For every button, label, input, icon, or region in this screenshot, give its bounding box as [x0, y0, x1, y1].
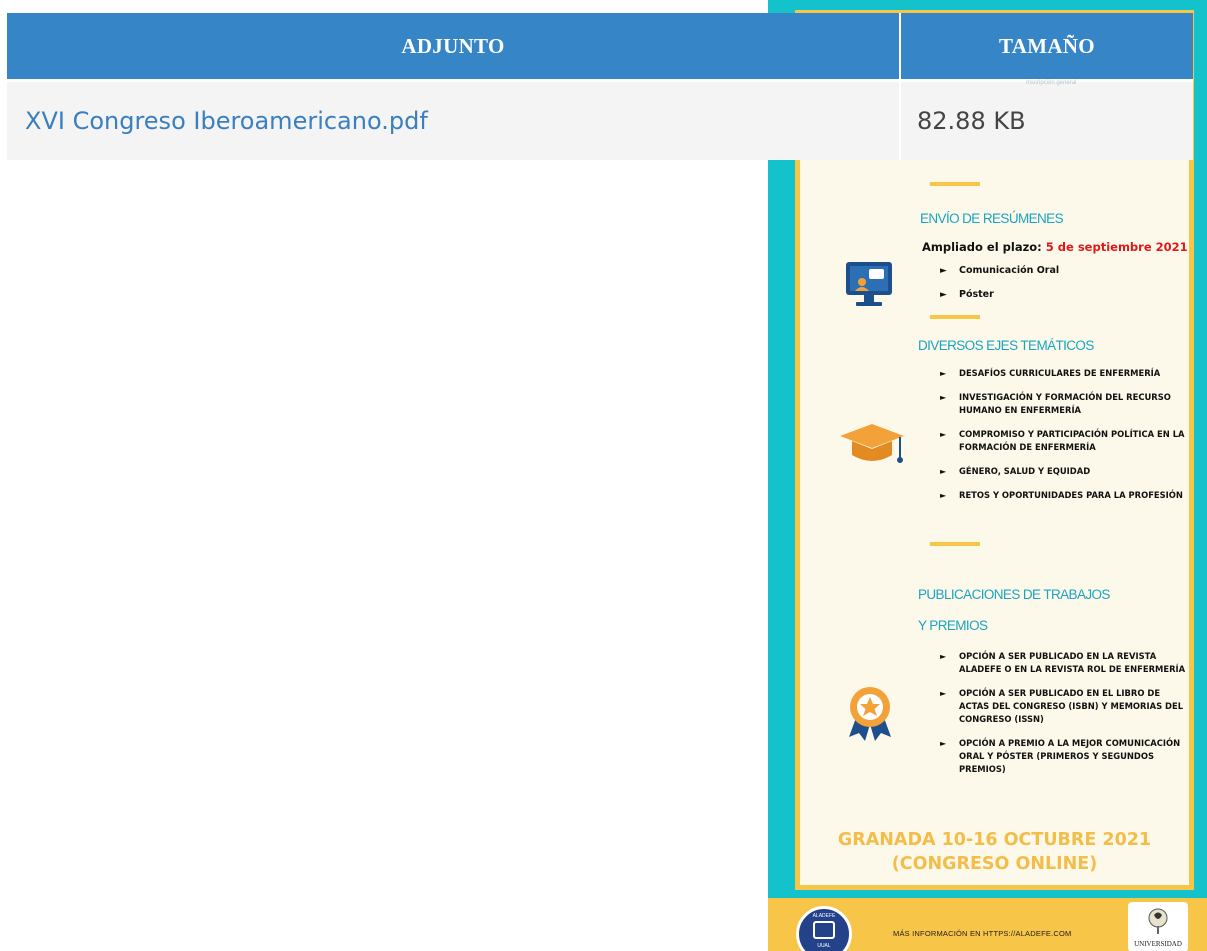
decorative-line	[930, 542, 980, 546]
table-row: XVI Congreso Iberoamericano.pdf 82.88 KB	[7, 82, 1193, 160]
list-item: COMPROMISO Y PARTICIPACIÓN POLÍTICA EN L…	[940, 428, 1190, 454]
section-title-publications-1: PUBLICACIONES DE TRABAJOS	[918, 587, 1110, 602]
poster-header-note: Inscripción general	[1026, 80, 1077, 86]
list-item: Comunicación Oral	[940, 259, 1059, 283]
aladefe-logo-subtext: UUAL	[817, 943, 831, 949]
section-title-themes: DIVERSOS EJES TEMÁTICOS	[918, 338, 1094, 353]
abstract-types-list: Comunicación Oral Póster	[940, 259, 1059, 307]
poster-footer: ALADEFE UUAL MÁS INFORMACIÓN EN HTTPS://…	[768, 898, 1207, 951]
table-header-row: ADJUNTO TAMAÑO	[7, 13, 1193, 82]
university-crest-icon	[1148, 908, 1168, 934]
list-item: RETOS Y OPORTUNIDADES PARA LA PROFESIÓN	[940, 489, 1190, 502]
more-info-text: MÁS INFORMACIÓN EN HTTPS://ALADEFE.COM	[893, 929, 1072, 938]
file-download-link[interactable]: XVI Congreso Iberoamericano.pdf	[25, 107, 428, 135]
attachments-table: ADJUNTO TAMAÑO XVI Congreso Iberoamerica…	[7, 13, 1193, 160]
list-item: OPCIÓN A SER PUBLICADO EN LA REVISTA ALA…	[940, 650, 1190, 676]
event-format-line: (CONGRESO ONLINE)	[891, 854, 1098, 874]
list-item: INVESTIGACIÓN Y FORMACIÓN DEL RECURSO HU…	[940, 391, 1190, 417]
decorative-line	[930, 315, 980, 319]
column-header-size: TAMAÑO	[901, 13, 1193, 82]
aladefe-logo: ALADEFE UUAL	[796, 906, 852, 951]
file-cell: XVI Congreso Iberoamericano.pdf	[7, 82, 901, 160]
list-item: OPCIÓN A PREMIO A LA MEJOR COMUNICACIÓN …	[940, 737, 1190, 776]
themes-list: DESAFÍOS CURRICULARES DE ENFERMERÍA INVE…	[940, 367, 1190, 513]
list-item: Póster	[940, 283, 1059, 307]
list-item: OPCIÓN A SER PUBLICADO EN EL LIBRO DE AC…	[940, 687, 1190, 726]
aladefe-logo-mark	[813, 921, 835, 939]
university-logo: UNIVERSIDAD	[1128, 902, 1188, 951]
event-date-line: GRANADA 10-16 OCTUBRE 2021	[837, 830, 1152, 850]
decorative-line	[930, 182, 980, 186]
deadline-label: Ampliado el plazo:	[922, 240, 1042, 254]
section-title-abstracts: ENVÍO DE RESÚMENES	[920, 211, 1064, 226]
list-item: GÉNERO, SALUD Y EQUIDAD	[940, 465, 1190, 478]
deadline-text: Ampliado el plazo: 5 de septiembre 2021	[922, 240, 1188, 254]
section-title-publications-2: Y PREMIOS	[918, 618, 988, 633]
publications-list: OPCIÓN A SER PUBLICADO EN LA REVISTA ALA…	[940, 650, 1190, 787]
file-size-cell: 82.88 KB	[901, 82, 1193, 160]
deadline-value: 5 de septiembre 2021	[1045, 240, 1188, 254]
aladefe-logo-text: ALADEFE	[812, 913, 836, 919]
computer-presentation-icon	[846, 262, 892, 306]
university-logo-text: UNIVERSIDAD	[1134, 940, 1182, 948]
graduation-cap-icon	[840, 424, 904, 463]
award-medal-icon	[849, 687, 891, 741]
column-header-attachment: ADJUNTO	[7, 13, 901, 82]
list-item: DESAFÍOS CURRICULARES DE ENFERMERÍA	[940, 367, 1190, 380]
